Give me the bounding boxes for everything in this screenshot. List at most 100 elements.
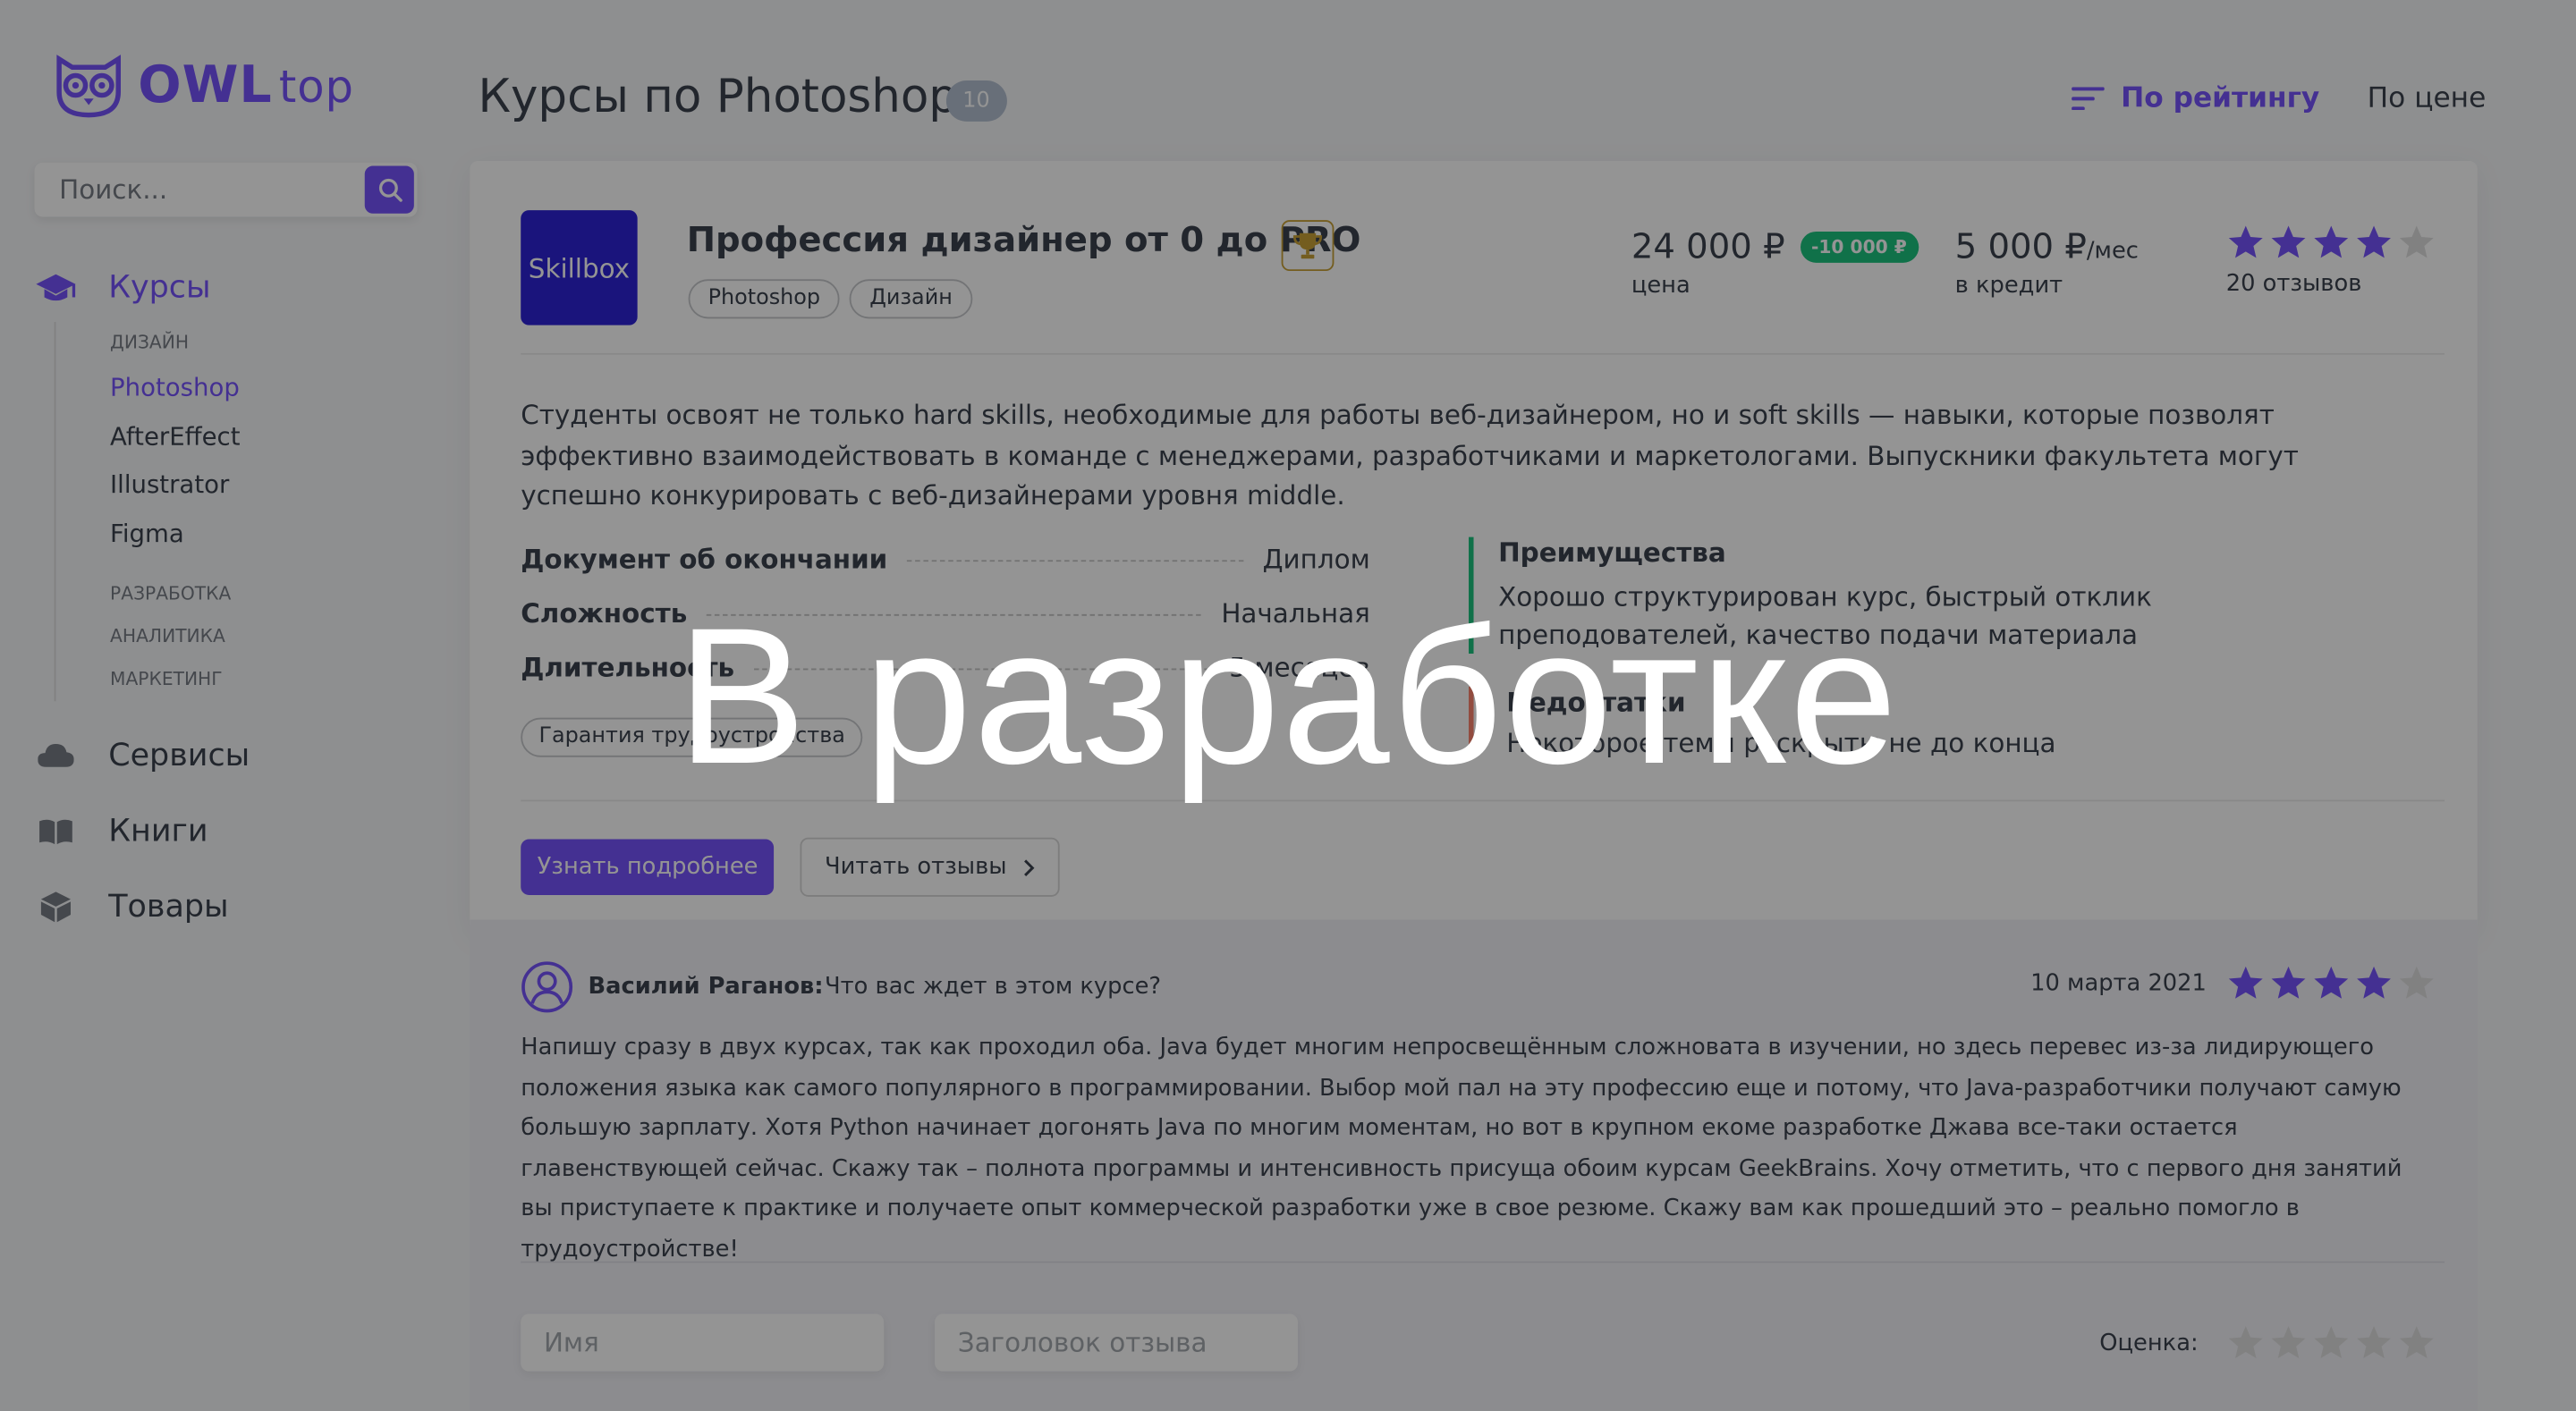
search-button[interactable] [364, 165, 414, 214]
course-title: Профессия дизайнер от 0 до PRO [686, 220, 1361, 260]
star-empty-icon[interactable] [2397, 1323, 2436, 1361]
page-title: Курсы по Photoshop [478, 69, 958, 123]
menu-item-label: Книги [108, 813, 208, 849]
chevron-right-icon [1023, 858, 1035, 876]
read-reviews-label: Читать отзывы [825, 854, 1007, 881]
credit-value: 5 000 ₽ [1954, 226, 2087, 266]
search-icon [377, 178, 402, 202]
review-name-input[interactable] [521, 1314, 885, 1372]
review-date: 10 марта 2021 [2030, 970, 2207, 997]
advantages-title: Преимущества [1498, 537, 1726, 569]
book-icon [35, 813, 78, 849]
page: OWLtop Курсы Дизайн Photoshop AfterEffec… [0, 0, 2576, 1411]
menu-item-label: Курсы [108, 269, 211, 306]
courses-submenu: Дизайн Photoshop AfterEffect Illustrator… [54, 321, 429, 702]
star-empty-icon[interactable] [2226, 1323, 2266, 1361]
submenu-category-design[interactable]: Дизайн [110, 322, 428, 365]
char-value: Диплом [1262, 543, 1370, 575]
submenu-item-aftereffect[interactable]: AfterEffect [110, 413, 428, 461]
sidebar-menu: Курсы Дизайн Photoshop AfterEffect Illus… [35, 263, 429, 958]
logo-brand: OWL [138, 55, 273, 115]
course-logo: Skillbox [521, 210, 638, 325]
credit-unit: /мес [2086, 238, 2139, 265]
submenu-category-analytics[interactable]: Аналитика [110, 616, 428, 659]
char-name: Длительность [521, 652, 735, 684]
disadvantages: Недостатки Некоторое темы раскрыты не до… [1469, 686, 2389, 759]
star-empty-icon[interactable] [2354, 1323, 2394, 1361]
owl-logo-icon [56, 55, 121, 118]
char-value: 5 месяцев [1229, 652, 1370, 684]
menu-item-books[interactable]: Книги [35, 807, 429, 856]
tag[interactable]: Дизайн [850, 279, 972, 319]
price-value: 24 000 ₽ [1631, 226, 1785, 266]
review-title-input[interactable] [935, 1314, 1298, 1372]
review-divider [521, 1261, 2445, 1263]
char-row: Длительность 5 месяцев [521, 652, 1370, 706]
char-name: Сложность [521, 597, 688, 629]
menu-item-courses[interactable]: Курсы [35, 263, 429, 312]
user-avatar-icon [521, 961, 573, 1013]
sort-by-price[interactable]: По цене [2368, 82, 2487, 115]
star-empty-icon [2399, 225, 2434, 258]
submenu-item-photoshop[interactable]: Photoshop [110, 365, 428, 413]
star-filled-icon [2357, 966, 2391, 999]
disadvantages-text: Некоторое темы раскрыты не до конца [1506, 727, 2056, 759]
learn-more-button[interactable]: Узнать подробнее [521, 839, 775, 896]
advantages: Преимущества Хорошо структурирован курс,… [1469, 537, 2389, 655]
card-divider [521, 352, 2445, 355]
char-name: Документ об окончании [521, 543, 888, 575]
cloud-icon [35, 738, 78, 773]
submenu-category-development[interactable]: Разработка [110, 573, 428, 616]
credit-block: 5 000 ₽/мес в кредит [1955, 226, 2139, 299]
trophy-icon [1281, 220, 1335, 272]
course-tags: Photoshop Дизайн [688, 279, 972, 319]
graduation-cap-icon [35, 269, 78, 305]
rating-input-stars[interactable] [2226, 1323, 2436, 1361]
course-count-badge: 10 [945, 80, 1007, 122]
logo-brand-light: top [278, 62, 354, 114]
menu-item-label: Товары [108, 888, 229, 925]
review-title: Что вас ждет в этом курсе? [825, 974, 1162, 1001]
discount-badge: -10 000 ₽ [1800, 231, 1919, 262]
submenu-item-figma[interactable]: Figma [110, 510, 428, 558]
star-filled-icon [2228, 225, 2263, 258]
star-filled-icon [2314, 966, 2349, 999]
characteristics: Документ об окончании Диплом Сложность Нач… [521, 544, 1370, 706]
menu-item-services[interactable]: Сервисы [35, 731, 429, 780]
star-empty-icon[interactable] [2268, 1323, 2308, 1361]
course-card: Skillbox Профессия дизайнер от 0 до PRO … [470, 160, 2478, 934]
sort-rating-label: По рейтингу [2121, 81, 2320, 115]
reviews-count[interactable]: 20 отзывов [2226, 271, 2436, 297]
submenu-item-illustrator[interactable]: Illustrator [110, 461, 428, 510]
star-filled-icon [2271, 225, 2306, 258]
tag[interactable]: Photoshop [688, 279, 841, 319]
menu-item-goods[interactable]: Товары [35, 882, 429, 931]
reviews-section: Василий Раганов: Что вас ждет в этом кур… [470, 919, 2478, 1411]
read-reviews-button[interactable]: Читать отзывы [800, 837, 1060, 897]
menu-item-label: Сервисы [108, 737, 250, 774]
box-icon [35, 889, 78, 925]
card-divider [521, 799, 2445, 802]
credit-label: в кредит [1954, 272, 2063, 300]
logo-text: OWL top [138, 55, 354, 114]
star-filled-icon [2228, 966, 2263, 999]
submenu-category-marketing[interactable]: Маркетинг [110, 659, 428, 702]
rating-block: 20 отзывов [2226, 224, 2436, 297]
disadvantages-title: Недостатки [1506, 686, 1686, 718]
search-input[interactable] [34, 173, 355, 206]
guarantee-tag: Гарантия трудоустройства [521, 717, 864, 757]
star-filled-icon [2271, 966, 2306, 999]
sort-icon [2072, 87, 2105, 111]
price-block: 24 000 ₽ -10 000 ₽ цена [1631, 226, 1919, 299]
course-description: Студенты освоят не только hard skills, н… [521, 399, 2299, 511]
sort-by-rating[interactable]: По рейтингу [2072, 82, 2319, 115]
review-rating-stars [2226, 964, 2436, 1001]
logo[interactable]: OWL top [53, 53, 354, 118]
review-title-field-wrap [935, 1314, 1298, 1372]
review-name-field-wrap [521, 1314, 885, 1372]
star-empty-icon[interactable] [2311, 1323, 2351, 1361]
search-box [34, 162, 418, 217]
star-empty-icon [2399, 966, 2434, 999]
star-filled-icon [2357, 225, 2391, 258]
review-author: Василий Раганов: [588, 974, 824, 1001]
